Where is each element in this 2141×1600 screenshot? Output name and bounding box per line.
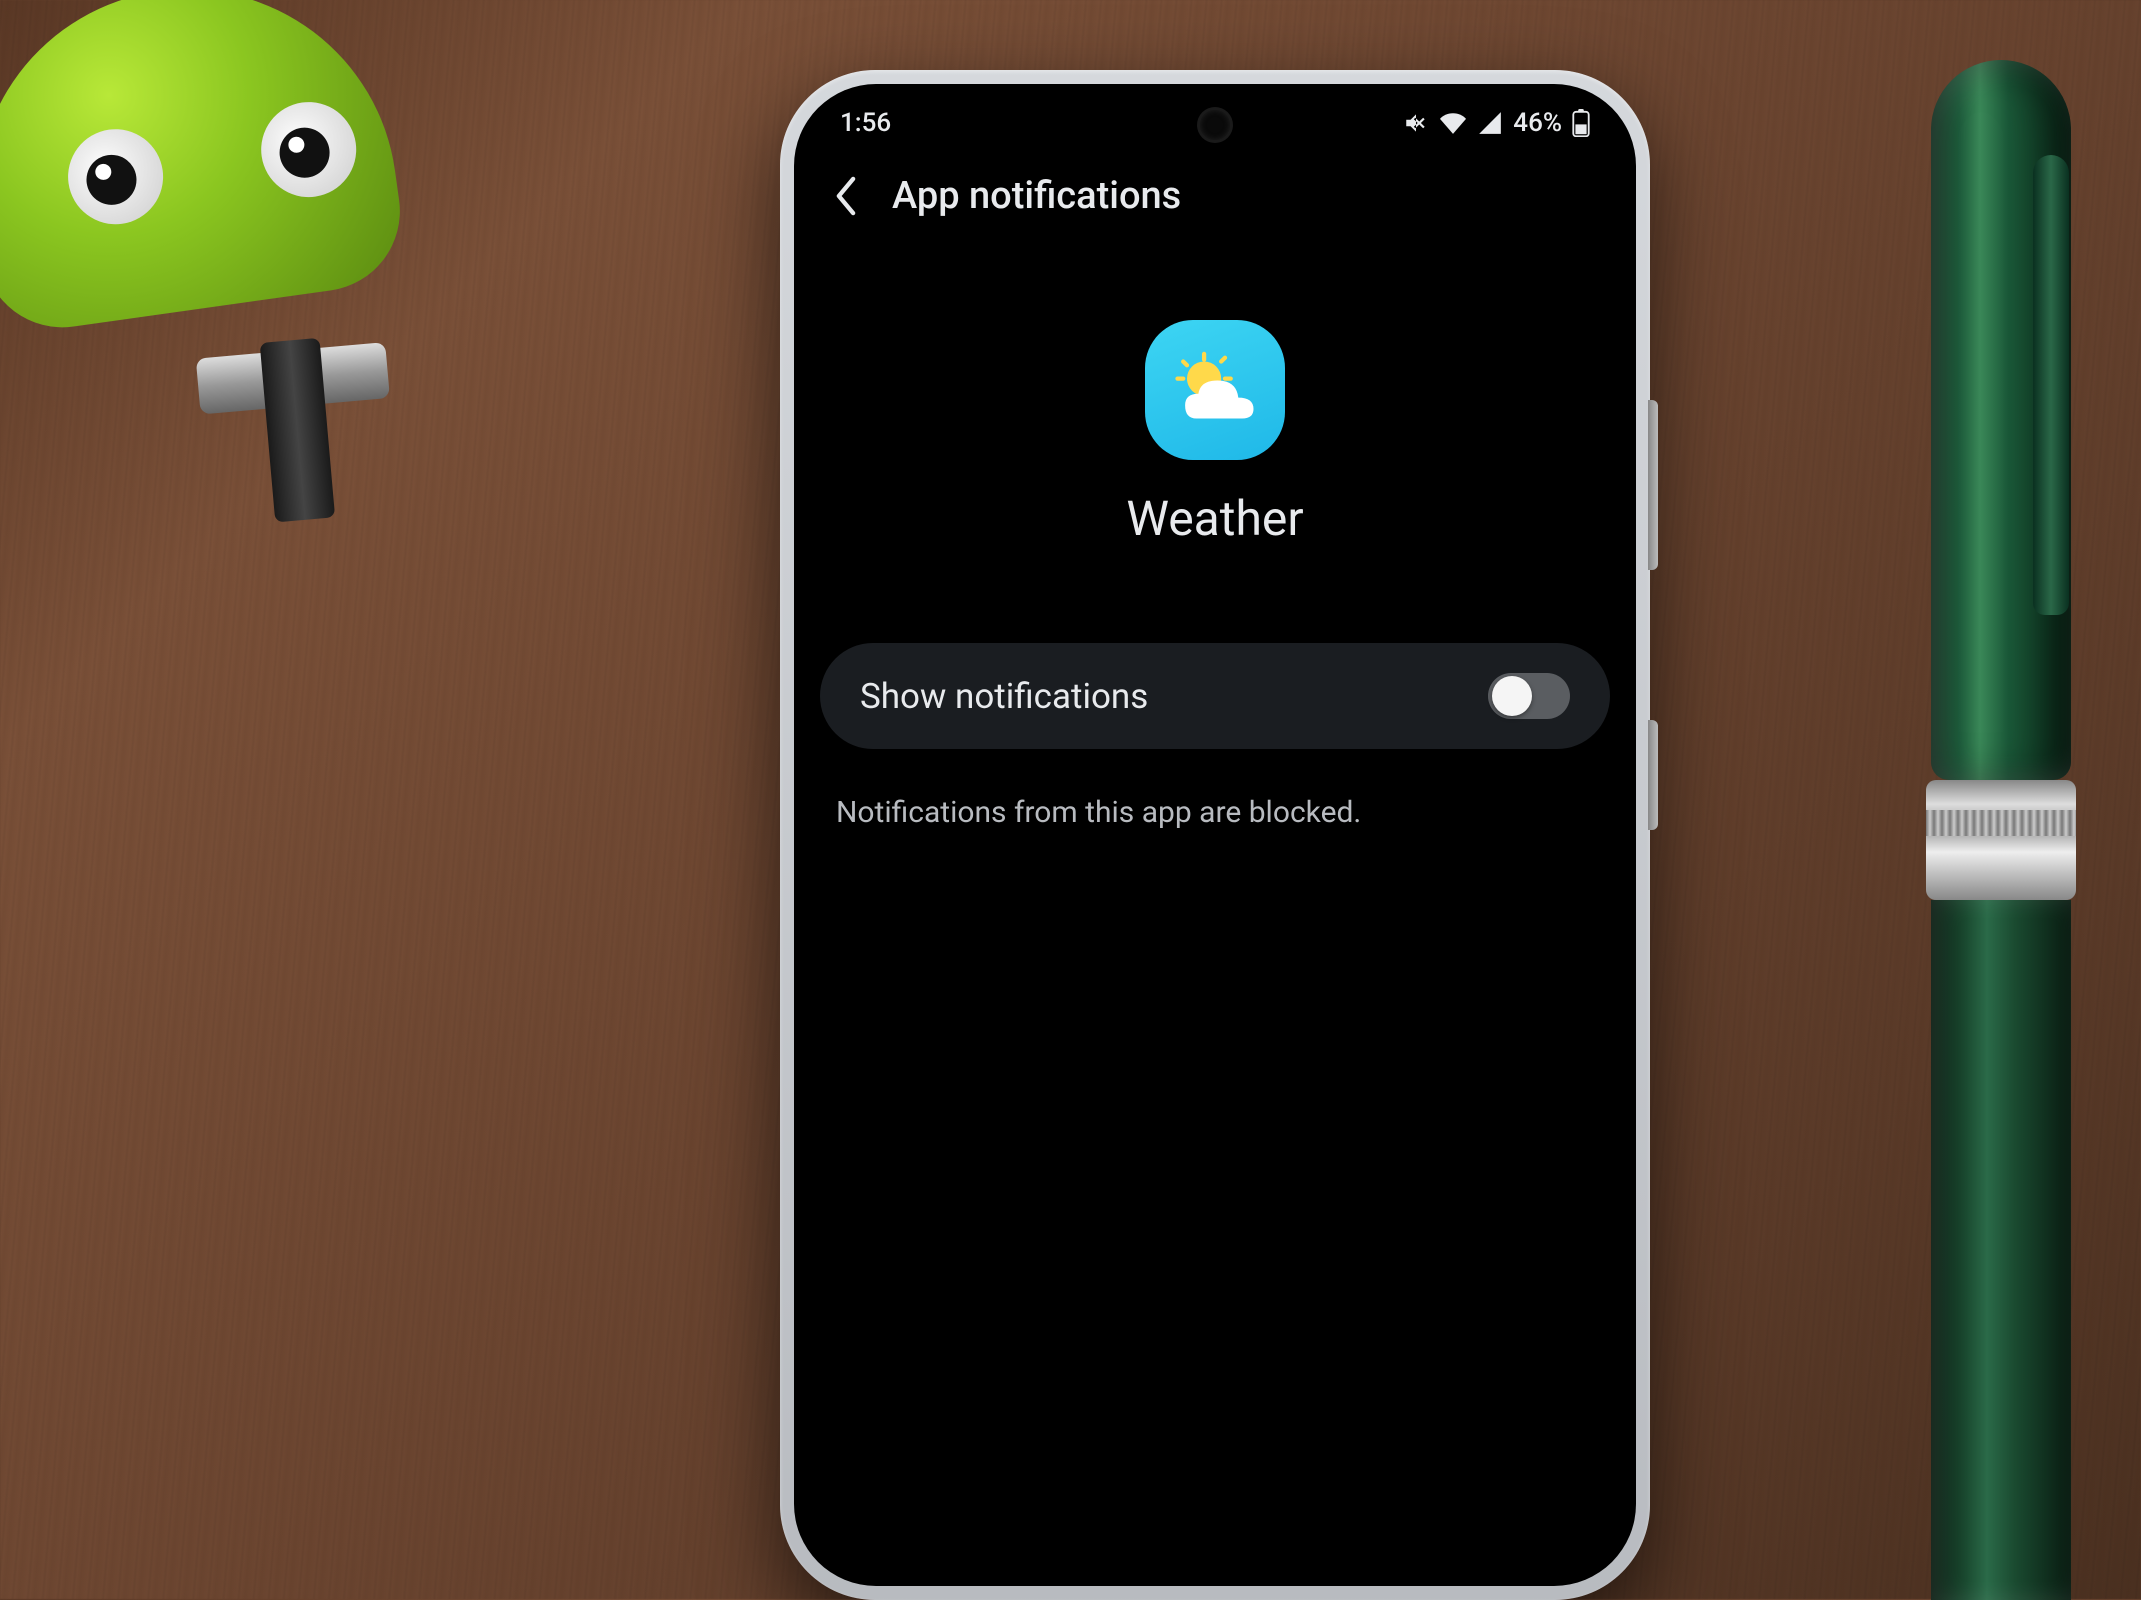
back-button[interactable] [822,172,870,220]
mute-icon [1403,110,1429,136]
status-time: 1:56 [840,108,891,138]
phone-frame: 1:56 46% App noti [780,70,1650,1600]
show-notifications-label: Show notifications [860,676,1148,717]
battery-icon [1572,109,1590,137]
phone-screen: 1:56 46% App noti [794,84,1636,1586]
power-button [1648,720,1658,830]
wifi-icon [1439,110,1467,136]
toggle-knob [1492,676,1532,716]
app-info-section: Weather [794,250,1636,607]
show-notifications-row[interactable]: Show notifications [820,643,1610,749]
blocked-message: Notifications from this app are blocked. [794,749,1636,876]
battery-percent: 46% [1513,108,1562,138]
header: App notifications [794,146,1636,250]
signal-icon [1477,110,1503,136]
weather-app-icon [1145,320,1285,460]
pen-prop [1921,60,2081,1600]
show-notifications-toggle[interactable] [1488,673,1570,719]
android-figurine [0,0,490,600]
volume-button [1648,400,1658,570]
camera-cutout [1200,110,1230,140]
app-name: Weather [1126,490,1303,547]
page-title: App notifications [892,174,1181,218]
